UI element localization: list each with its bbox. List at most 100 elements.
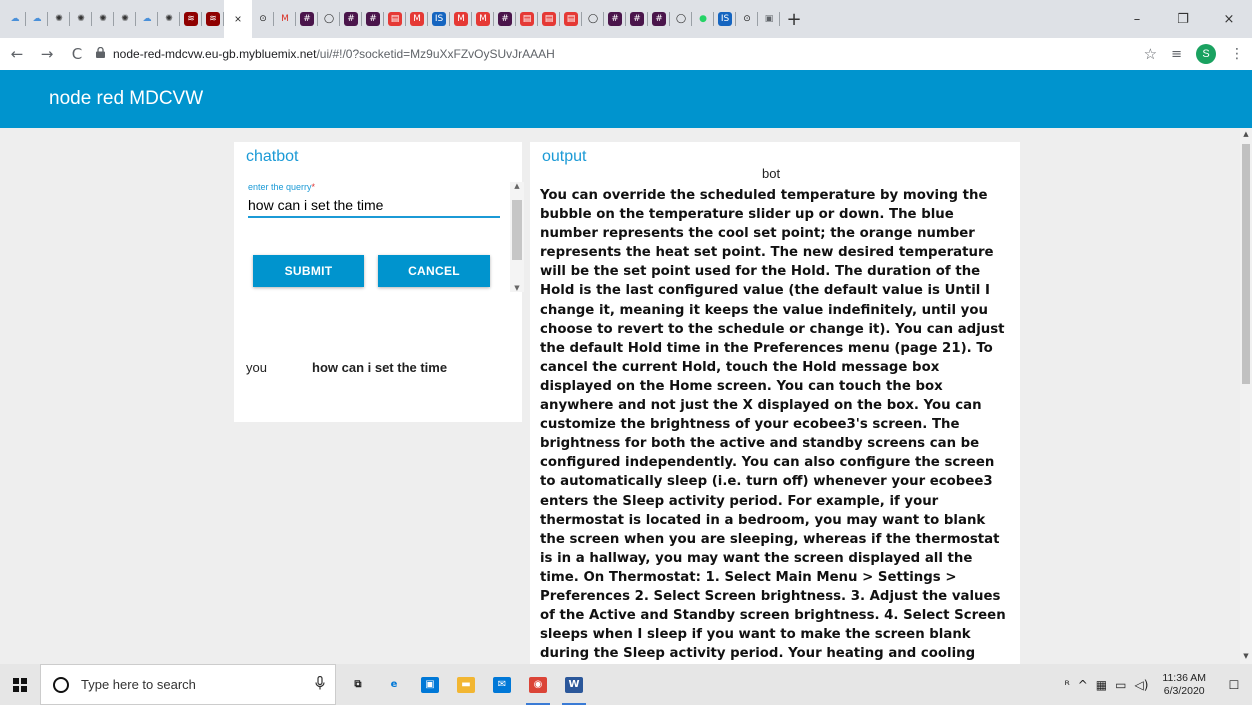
browser-tab[interactable]: ☁ — [26, 0, 48, 38]
mail-taskbar-button[interactable]: ✉ — [484, 664, 520, 705]
browser-tab[interactable]: ✺ — [92, 0, 114, 38]
browser-tab[interactable]: ⊙ — [736, 0, 758, 38]
browser-menu-icon[interactable]: ⋮ — [1230, 46, 1244, 62]
query-field-label: enter the querry* — [248, 182, 316, 192]
browser-tab[interactable]: ☁ — [136, 0, 158, 38]
taskbar-apps: ⧉ e ▣ ▬ ✉ ◉ W — [340, 664, 592, 705]
cloud-tab-icon: ☁ — [140, 12, 154, 26]
start-button[interactable] — [0, 664, 40, 705]
browser-tab[interactable]: IS — [428, 0, 450, 38]
chrome-taskbar-button[interactable]: ◉ — [520, 664, 556, 705]
browser-tab[interactable]: ▣ — [758, 0, 780, 38]
browser-tab[interactable]: ✺ — [158, 0, 180, 38]
browser-tab[interactable]: ◯ — [318, 0, 340, 38]
page-scroll-thumb[interactable] — [1242, 144, 1250, 384]
maximize-button[interactable]: ❐ — [1160, 0, 1206, 38]
doc-tab-icon: ▣ — [762, 12, 776, 26]
new-tab-button[interactable]: + — [780, 0, 808, 38]
active-tab[interactable]: × — [224, 0, 252, 38]
submit-button[interactable]: SUBMIT — [253, 255, 364, 287]
minimize-button[interactable]: – — [1114, 0, 1160, 38]
browser-tab[interactable]: # — [340, 0, 362, 38]
browser-tab[interactable]: ▤ — [384, 0, 406, 38]
toolbar-actions: ☆ ≡ S ⋮ — [1144, 38, 1244, 70]
edge-icon: e — [385, 676, 403, 693]
edge-taskbar-button[interactable]: e — [376, 664, 412, 705]
tray-chevron-icon[interactable]: ^ — [1078, 678, 1088, 692]
browser-tab[interactable]: # — [648, 0, 670, 38]
media-queue-icon[interactable]: ≡ — [1171, 47, 1182, 62]
taskbar-clock[interactable]: 11:36 AM 6/3/2020 — [1162, 672, 1206, 698]
card-scrollbar[interactable]: ▲ ▼ — [510, 182, 524, 292]
bookmark-star-icon[interactable]: ☆ — [1144, 45, 1157, 63]
forward-button[interactable]: → — [34, 41, 60, 67]
cancel-button[interactable]: CANCEL — [378, 255, 490, 287]
file-explorer-taskbar-button[interactable]: ▬ — [448, 664, 484, 705]
back-button[interactable]: ← — [4, 41, 30, 67]
people-icon[interactable]: ᴿ — [1064, 678, 1069, 692]
browser-tab[interactable]: ▤ — [516, 0, 538, 38]
store-taskbar-button[interactable]: ▣ — [412, 664, 448, 705]
profile-avatar[interactable]: S — [1196, 44, 1216, 64]
microphone-icon[interactable] — [315, 675, 325, 694]
calendar-tab-icon: ▤ — [520, 12, 534, 26]
browser-tab[interactable]: ⊙ — [252, 0, 274, 38]
cloud-tab-icon: ☁ — [8, 12, 22, 26]
language-icon[interactable]: ▦ — [1096, 678, 1107, 692]
address-bar[interactable]: node-red-mdcvw.eu-gb.mybluemix.net/ui/#!… — [96, 41, 1106, 67]
page-scroll-up-icon[interactable]: ▲ — [1240, 130, 1252, 140]
close-window-button[interactable]: × — [1206, 0, 1252, 38]
browser-tab[interactable]: M — [472, 0, 494, 38]
github-tab-icon: ⊙ — [256, 12, 270, 26]
browser-tab[interactable]: ≋ — [180, 0, 202, 38]
notification-icon[interactable]: ☐ — [1220, 678, 1248, 692]
browser-tab[interactable]: IS — [714, 0, 736, 38]
query-input[interactable] — [248, 194, 500, 218]
github-tab-icon: ◯ — [322, 12, 336, 26]
is-tab-icon: IS — [718, 12, 732, 26]
browser-tab[interactable]: # — [362, 0, 384, 38]
reload-button[interactable]: C — [64, 41, 90, 67]
browser-tab[interactable]: M — [406, 0, 428, 38]
windows-taskbar: Type here to search ⧉ e ▣ ▬ ✉ ◉ W ᴿ ^ ▦ ▭ ◁) 1… — [0, 664, 1252, 705]
output-title: output — [542, 148, 587, 165]
task-view-taskbar-button[interactable]: ⧉ — [340, 664, 376, 705]
node-red-tab-icon: ≋ — [206, 12, 220, 26]
browser-tab[interactable]: ◯ — [670, 0, 692, 38]
battery-icon[interactable]: ▭ — [1115, 678, 1126, 692]
browser-tab[interactable]: # — [494, 0, 516, 38]
browser-tab[interactable]: ◯ — [582, 0, 604, 38]
store-icon: ▣ — [421, 676, 439, 693]
browser-tab[interactable]: M — [274, 0, 296, 38]
browser-tab[interactable]: M — [450, 0, 472, 38]
browser-tab[interactable]: # — [626, 0, 648, 38]
scroll-up-icon[interactable]: ▲ — [510, 182, 524, 190]
browser-tab[interactable]: ☁ — [4, 0, 26, 38]
file-explorer-icon: ▬ — [457, 676, 475, 693]
slack-tab-icon: # — [652, 12, 666, 26]
close-tab-icon[interactable]: × — [234, 12, 241, 26]
search-placeholder: Type here to search — [81, 677, 196, 692]
browser-tab[interactable]: ▤ — [538, 0, 560, 38]
browser-tab[interactable]: ● — [692, 0, 714, 38]
window-controls: – ❐ × — [1114, 0, 1252, 38]
calendar-tab-icon: ▤ — [564, 12, 578, 26]
scroll-down-icon[interactable]: ▼ — [510, 284, 524, 292]
watson-tab-icon: ✺ — [96, 12, 110, 26]
browser-tab[interactable]: # — [296, 0, 318, 38]
watson-tab-icon: ✺ — [118, 12, 132, 26]
browser-tab[interactable]: ✺ — [114, 0, 136, 38]
browser-tab[interactable]: ▤ — [560, 0, 582, 38]
browser-tab[interactable]: ✺ — [70, 0, 92, 38]
slack-tab-icon: # — [366, 12, 380, 26]
taskbar-search[interactable]: Type here to search — [40, 664, 336, 705]
page-scroll-down-icon[interactable]: ▼ — [1240, 652, 1252, 662]
browser-tab[interactable]: ✺ — [48, 0, 70, 38]
card-scroll-thumb[interactable] — [512, 200, 522, 260]
volume-icon[interactable]: ◁) — [1134, 678, 1148, 692]
page-scrollbar[interactable]: ▲ ▼ — [1240, 128, 1252, 664]
browser-tab[interactable]: # — [604, 0, 626, 38]
browser-tab[interactable]: ≋ — [202, 0, 224, 38]
word-taskbar-button[interactable]: W — [556, 664, 592, 705]
system-tray: ᴿ ^ ▦ ▭ ◁) 11:36 AM 6/3/2020 ☐ — [1060, 664, 1252, 705]
